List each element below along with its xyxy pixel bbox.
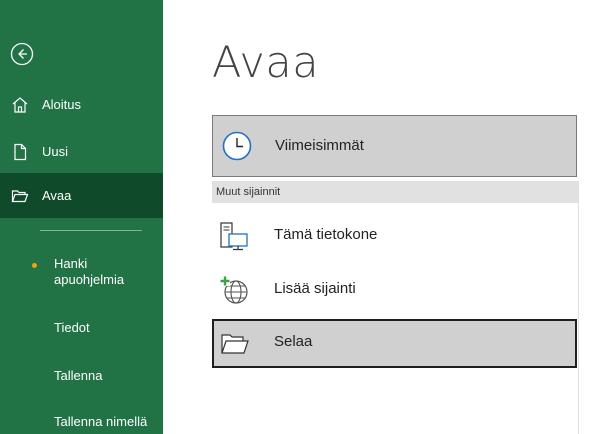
notification-dot bbox=[32, 263, 37, 268]
sidebar-item-uusi[interactable]: Uusi bbox=[0, 142, 163, 164]
sidebar-item-label: Tiedot bbox=[54, 320, 90, 335]
sidebar-item-hanki-apuohjelmia[interactable]: Hanki apuohjelmia bbox=[0, 254, 163, 294]
add-location-globe-icon bbox=[220, 276, 248, 304]
location-label: Selaa bbox=[274, 333, 313, 350]
sidebar-item-tallenna[interactable]: Tallenna bbox=[0, 366, 163, 388]
location-browse[interactable]: Selaa bbox=[212, 319, 577, 368]
section-header-other-locations: Muut sijainnit bbox=[212, 181, 578, 203]
sidebar-item-label: Avaa bbox=[42, 188, 72, 203]
recent-button[interactable]: Viimeisimmät bbox=[212, 115, 577, 177]
back-arrow-icon[interactable] bbox=[10, 42, 34, 66]
sidebar-item-label: Tallenna nimellä bbox=[54, 414, 148, 429]
location-this-pc[interactable]: Tämä tietokone bbox=[212, 212, 577, 258]
sidebar-item-tiedot[interactable]: Tiedot bbox=[0, 318, 163, 340]
browse-folder-icon bbox=[221, 334, 249, 354]
page-title: Avaa bbox=[212, 38, 320, 88]
location-add-place[interactable]: Lisää sijainti bbox=[212, 266, 577, 312]
sidebar-item-label: Hanki apuohjelmia bbox=[54, 256, 125, 287]
section-right-border bbox=[578, 181, 579, 434]
clock-icon bbox=[222, 131, 252, 161]
sidebar-item-label: Tallenna bbox=[54, 368, 103, 383]
sidebar-divider bbox=[40, 230, 142, 231]
sidebar-item-aloitus[interactable]: Aloitus bbox=[0, 95, 163, 117]
backstage-sidebar: Aloitus Uusi Avaa Hanki apuohjelmia Tied… bbox=[0, 0, 163, 434]
new-file-icon bbox=[14, 143, 27, 161]
sidebar-item-label: Aloitus bbox=[42, 97, 82, 112]
home-icon bbox=[12, 97, 28, 113]
location-label: Lisää sijainti bbox=[274, 280, 356, 297]
open-folder-icon bbox=[11, 190, 29, 203]
recent-label: Viimeisimmät bbox=[275, 137, 364, 154]
sidebar-item-tallenna-nimella[interactable]: Tallenna nimellä bbox=[0, 412, 163, 434]
sidebar-item-label: Uusi bbox=[42, 144, 69, 159]
this-pc-icon bbox=[220, 222, 248, 251]
sidebar-item-avaa[interactable]: Avaa bbox=[0, 173, 163, 218]
location-label: Tämä tietokone bbox=[274, 226, 378, 243]
